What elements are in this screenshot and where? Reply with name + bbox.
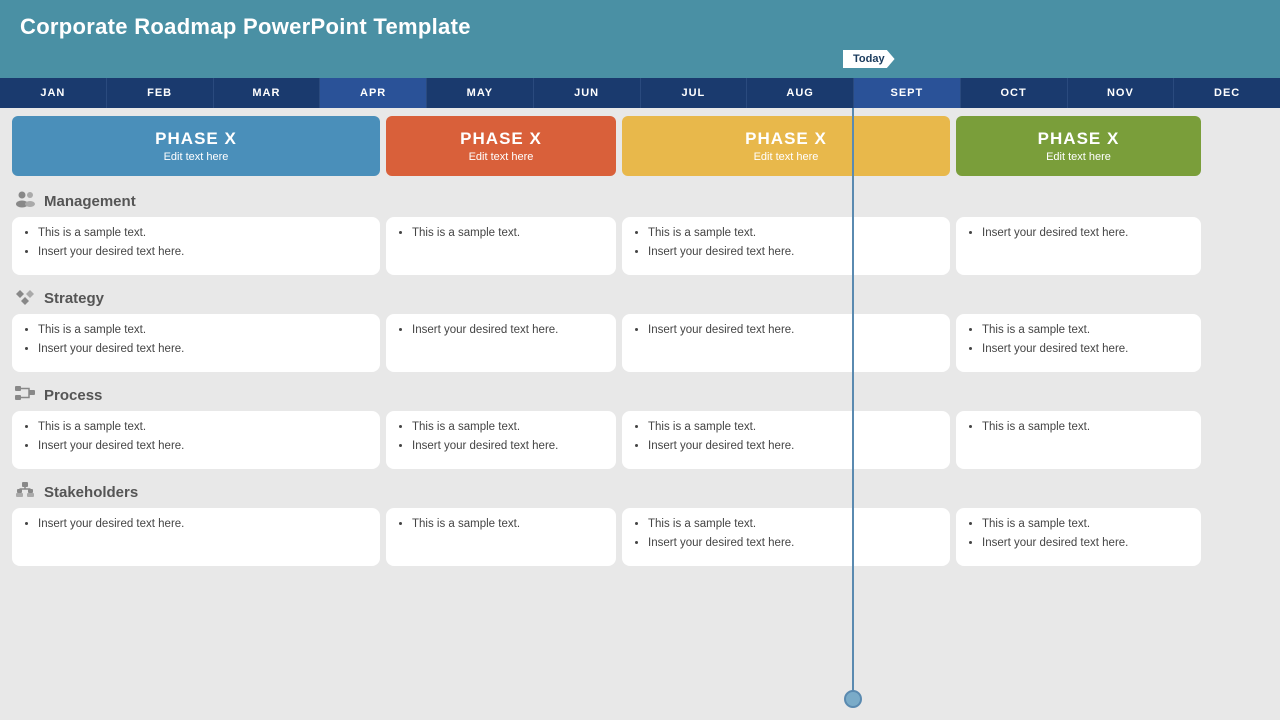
month-jun: JUN bbox=[534, 78, 641, 108]
stakeholders-card-3[interactable]: This is a sample text. Insert your desir… bbox=[622, 508, 950, 566]
management-cards-row: This is a sample text. Insert your desir… bbox=[12, 217, 1268, 275]
process-card-1[interactable]: This is a sample text. Insert your desir… bbox=[12, 411, 380, 469]
list-item: This is a sample text. bbox=[412, 516, 604, 533]
list-item: This is a sample text. bbox=[648, 419, 938, 436]
list-item: Insert your desired text here. bbox=[38, 341, 368, 358]
section-stakeholders-header: Stakeholders bbox=[12, 477, 1268, 508]
list-item: This is a sample text. bbox=[412, 225, 604, 242]
stakeholders-cards-row: Insert your desired text here. This is a… bbox=[12, 508, 1268, 566]
list-item: Insert your desired text here. bbox=[648, 322, 938, 339]
management-card-3[interactable]: This is a sample text. Insert your desir… bbox=[622, 217, 950, 275]
today-label: Today bbox=[843, 50, 895, 68]
strategy-cards-row: This is a sample text. Insert your desir… bbox=[12, 314, 1268, 372]
stakeholders-card-1[interactable]: Insert your desired text here. bbox=[12, 508, 380, 566]
strategy-card-2[interactable]: Insert your desired text here. bbox=[386, 314, 616, 372]
today-marker-container: Today bbox=[0, 50, 1280, 78]
process-icon bbox=[14, 384, 36, 407]
phase-1-title: PHASE X bbox=[155, 129, 237, 149]
list-item: This is a sample text. bbox=[412, 419, 604, 436]
strategy-card-1[interactable]: This is a sample text. Insert your desir… bbox=[12, 314, 380, 372]
section-stakeholders-label: Stakeholders bbox=[44, 484, 138, 501]
process-card-3[interactable]: This is a sample text. Insert your desir… bbox=[622, 411, 950, 469]
section-management-header: Management bbox=[12, 186, 1268, 217]
list-item: Insert your desired text here. bbox=[38, 438, 368, 455]
list-item: Insert your desired text here. bbox=[412, 322, 604, 339]
month-apr: APR bbox=[320, 78, 427, 108]
list-item: This is a sample text. bbox=[982, 322, 1189, 339]
stakeholders-card-4[interactable]: This is a sample text. Insert your desir… bbox=[956, 508, 1201, 566]
section-process-label: Process bbox=[44, 387, 102, 404]
list-item: Insert your desired text here. bbox=[38, 244, 368, 261]
month-bar: JAN FEB MAR APR MAY JUN JUL AUG SEPT OCT… bbox=[0, 78, 1280, 108]
phase-4-title: PHASE X bbox=[1038, 129, 1120, 149]
month-mar: MAR bbox=[214, 78, 321, 108]
month-feb: FEB bbox=[107, 78, 214, 108]
strategy-card-3[interactable]: Insert your desired text here. bbox=[622, 314, 950, 372]
section-strategy-label: Strategy bbox=[44, 290, 104, 307]
management-card-1[interactable]: This is a sample text. Insert your desir… bbox=[12, 217, 380, 275]
list-item: Insert your desired text here. bbox=[38, 516, 368, 533]
list-item: Insert your desired text here. bbox=[412, 438, 604, 455]
list-item: Insert your desired text here. bbox=[648, 438, 938, 455]
list-item: Insert your desired text here. bbox=[982, 225, 1189, 242]
list-item: This is a sample text. bbox=[648, 225, 938, 242]
process-card-2[interactable]: This is a sample text. Insert your desir… bbox=[386, 411, 616, 469]
month-jul: JUL bbox=[641, 78, 748, 108]
today-line bbox=[852, 108, 854, 700]
stakeholders-icon bbox=[14, 481, 36, 504]
process-card-4[interactable]: This is a sample text. bbox=[956, 411, 1201, 469]
list-item: This is a sample text. bbox=[38, 419, 368, 436]
section-strategy-header: Strategy bbox=[12, 283, 1268, 314]
page-title: Corporate Roadmap PowerPoint Template bbox=[0, 0, 1280, 50]
phase-block-3: PHASE X Edit text here bbox=[622, 116, 950, 176]
month-sept: SEPT bbox=[854, 78, 961, 108]
management-card-2[interactable]: This is a sample text. bbox=[386, 217, 616, 275]
list-item: This is a sample text. bbox=[982, 516, 1189, 533]
phase-3-subtitle: Edit text here bbox=[754, 151, 819, 163]
phase-3-title: PHASE X bbox=[745, 129, 827, 149]
phase-block-4: PHASE X Edit text here bbox=[956, 116, 1201, 176]
month-nov: NOV bbox=[1068, 78, 1175, 108]
strategy-icon bbox=[14, 287, 36, 310]
today-line-dot bbox=[844, 690, 862, 708]
list-item: Insert your desired text here. bbox=[982, 341, 1189, 358]
list-item: This is a sample text. bbox=[38, 322, 368, 339]
list-item: This is a sample text. bbox=[982, 419, 1189, 436]
section-management-label: Management bbox=[44, 193, 136, 210]
phase-block-2: PHASE X Edit text here bbox=[386, 116, 616, 176]
list-item: This is a sample text. bbox=[648, 516, 938, 533]
month-may: MAY bbox=[427, 78, 534, 108]
content-area: PHASE X Edit text here PHASE X Edit text… bbox=[0, 108, 1280, 720]
phase-2-subtitle: Edit text here bbox=[469, 151, 534, 163]
list-item: Insert your desired text here. bbox=[648, 535, 938, 552]
month-oct: OCT bbox=[961, 78, 1068, 108]
stakeholders-card-2[interactable]: This is a sample text. bbox=[386, 508, 616, 566]
phase-1-subtitle: Edit text here bbox=[164, 151, 229, 163]
phase-2-title: PHASE X bbox=[460, 129, 542, 149]
management-card-4[interactable]: Insert your desired text here. bbox=[956, 217, 1201, 275]
list-item: Insert your desired text here. bbox=[648, 244, 938, 261]
section-process-header: Process bbox=[12, 380, 1268, 411]
phase-block-1: PHASE X Edit text here bbox=[12, 116, 380, 176]
phase-4-subtitle: Edit text here bbox=[1046, 151, 1111, 163]
month-aug: AUG bbox=[747, 78, 854, 108]
month-jan: JAN bbox=[0, 78, 107, 108]
main-wrapper: Corporate Roadmap PowerPoint Template To… bbox=[0, 0, 1280, 720]
list-item: This is a sample text. bbox=[38, 225, 368, 242]
process-cards-row: This is a sample text. Insert your desir… bbox=[12, 411, 1268, 469]
strategy-card-4[interactable]: This is a sample text. Insert your desir… bbox=[956, 314, 1201, 372]
month-dec: DEC bbox=[1174, 78, 1280, 108]
phase-row: PHASE X Edit text here PHASE X Edit text… bbox=[12, 116, 1268, 176]
management-icon bbox=[14, 190, 36, 213]
list-item: Insert your desired text here. bbox=[982, 535, 1189, 552]
